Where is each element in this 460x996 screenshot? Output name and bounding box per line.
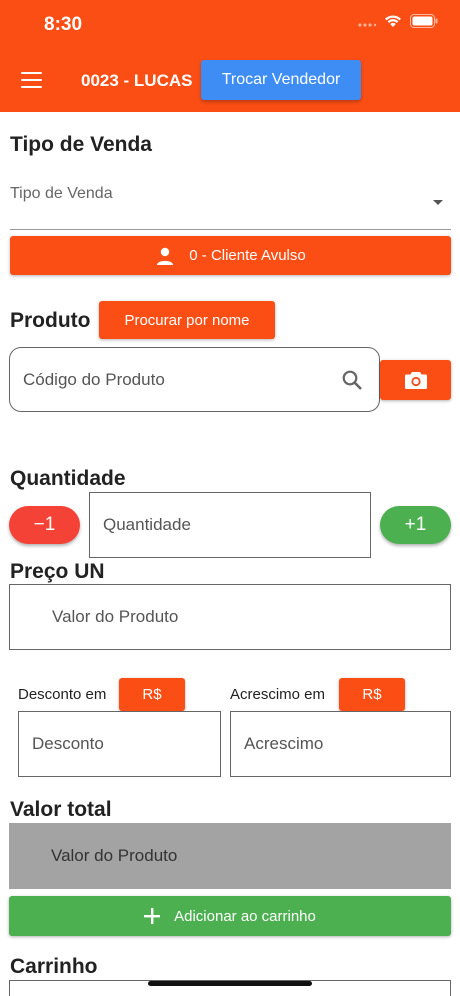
home-indicator: [148, 981, 312, 986]
plus-icon: [144, 908, 161, 924]
status-icons: [358, 14, 438, 28]
product-code-input[interactable]: Código do Produto: [9, 347, 380, 412]
decrement-button[interactable]: −1: [9, 506, 80, 544]
sale-type-placeholder: Tipo de Venda: [10, 185, 113, 202]
person-icon: [157, 247, 174, 265]
unit-price-input[interactable]: Valor do Produto: [9, 584, 451, 650]
product-code-placeholder: Código do Produto: [23, 370, 165, 389]
hamburger-menu-icon[interactable]: [21, 72, 42, 88]
switch-vendor-button[interactable]: Trocar Vendedor: [201, 60, 361, 100]
customer-button[interactable]: 0 - Cliente Avulso: [10, 236, 451, 275]
camera-scan-button[interactable]: [380, 360, 451, 400]
increment-button[interactable]: +1: [380, 506, 451, 544]
surcharge-label: Acrescimo em: [230, 686, 326, 703]
app-bar: 8:30 0023 - LUCAS Trocar Vendedor: [0, 0, 460, 112]
dropdown-arrow-icon: [433, 200, 443, 205]
wifi-icon: [385, 15, 401, 27]
cellular-signal-icon: [358, 23, 376, 27]
quantity-placeholder: Quantidade: [103, 515, 191, 534]
discount-label: Desconto em: [18, 686, 107, 703]
quantity-heading: Quantidade: [10, 467, 126, 490]
search-by-name-button[interactable]: Procurar por nome: [99, 301, 275, 339]
total-value-placeholder: Valor do Produto: [51, 846, 178, 865]
total-heading: Valor total: [10, 798, 112, 821]
cart-heading: Carrinho: [10, 955, 98, 978]
customer-label: 0 - Cliente Avulso: [189, 247, 306, 264]
discount-placeholder: Desconto: [32, 734, 104, 753]
status-time: 8:30: [44, 14, 83, 35]
surcharge-placeholder: Acrescimo: [244, 734, 324, 753]
product-heading: Produto: [10, 309, 91, 332]
camera-icon: [404, 372, 427, 389]
add-to-cart-label: Adicionar ao carrinho: [174, 907, 316, 925]
search-icon: [342, 370, 362, 390]
quantity-input[interactable]: Quantidade: [89, 492, 371, 558]
discount-unit-button[interactable]: R$: [119, 678, 185, 711]
vendor-name: 0023 - LUCAS: [81, 71, 193, 90]
discount-input[interactable]: Desconto: [18, 711, 221, 777]
battery-icon: [410, 14, 438, 28]
add-to-cart-button[interactable]: Adicionar ao carrinho: [9, 896, 451, 936]
sale-type-heading: Tipo de Venda: [10, 133, 152, 156]
total-value-field: Valor do Produto: [9, 823, 451, 889]
surcharge-input[interactable]: Acrescimo: [230, 711, 451, 777]
surcharge-unit-button[interactable]: R$: [339, 678, 405, 711]
unit-price-placeholder: Valor do Produto: [52, 607, 179, 626]
unit-price-heading: Preço UN: [10, 560, 105, 583]
sale-type-dropdown[interactable]: Tipo de Venda: [10, 180, 451, 230]
